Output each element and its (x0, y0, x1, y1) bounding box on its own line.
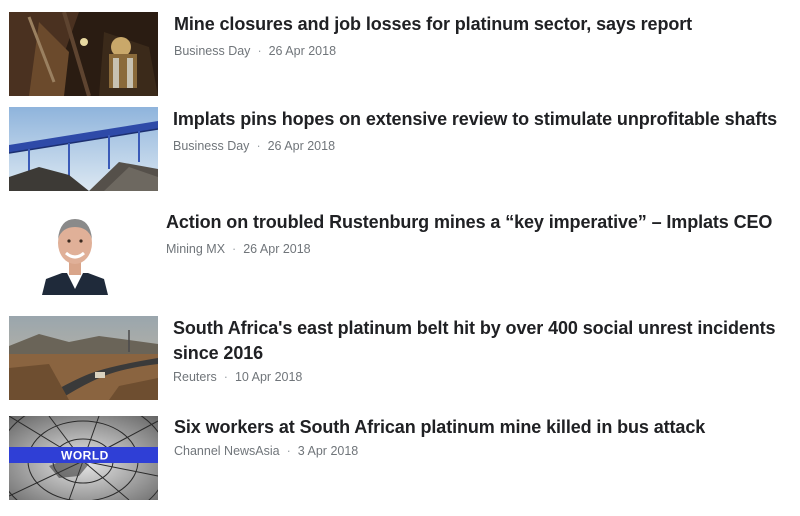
news-date: 10 Apr 2018 (234, 370, 303, 384)
news-meta: Reuters · 10 Apr 2018 (173, 369, 302, 385)
mining-road-landscape-thumbnail[interactable] (9, 316, 158, 400)
news-headline[interactable]: Six workers at South African platinum mi… (174, 415, 784, 440)
news-meta: Business Day · 26 Apr 2018 (174, 43, 336, 59)
meta-separator: · (223, 370, 228, 384)
news-item[interactable]: Implats pins hopes on extensive review t… (0, 104, 800, 192)
news-meta: Channel NewsAsia · 3 Apr 2018 (174, 443, 358, 459)
news-headline[interactable]: Action on troubled Rustenburg mines a “k… (166, 210, 776, 235)
meta-separator: · (286, 444, 291, 458)
meta-separator: · (232, 242, 237, 256)
news-headline[interactable]: Implats pins hopes on extensive review t… (173, 107, 793, 132)
news-date: 26 Apr 2018 (267, 139, 336, 153)
conveyor-ore-pile-thumbnail[interactable] (9, 107, 158, 191)
news-item[interactable]: Action on troubled Rustenburg mines a “k… (0, 203, 800, 298)
news-source: Reuters (173, 370, 217, 384)
news-source: Business Day (174, 44, 251, 58)
news-date: 26 Apr 2018 (268, 44, 337, 58)
underground-miner-thumbnail[interactable] (9, 12, 158, 96)
news-headline[interactable]: South Africa's east platinum belt hit by… (173, 316, 783, 366)
news-meta: Mining MX · 26 Apr 2018 (166, 241, 311, 257)
news-item[interactable]: South Africa's east platinum belt hit by… (0, 313, 800, 401)
news-headline[interactable]: Mine closures and job losses for platinu… (174, 12, 784, 37)
news-source: Business Day (173, 139, 250, 153)
news-source: Mining MX (166, 242, 226, 256)
ceo-portrait-thumbnail[interactable] (42, 209, 108, 295)
news-item[interactable]: Mine closures and job losses for platinu… (0, 10, 800, 98)
news-item[interactable]: WORLD Six workers at South African plati… (0, 413, 800, 501)
world-news-globe-thumbnail[interactable]: WORLD (9, 416, 158, 500)
meta-separator: · (257, 44, 262, 58)
meta-separator: · (256, 139, 261, 153)
news-meta: Business Day · 26 Apr 2018 (173, 138, 335, 154)
news-date: 3 Apr 2018 (297, 444, 359, 458)
news-date: 26 Apr 2018 (243, 242, 311, 256)
news-source: Channel NewsAsia (174, 444, 280, 458)
world-banner-text: WORLD (61, 449, 109, 463)
